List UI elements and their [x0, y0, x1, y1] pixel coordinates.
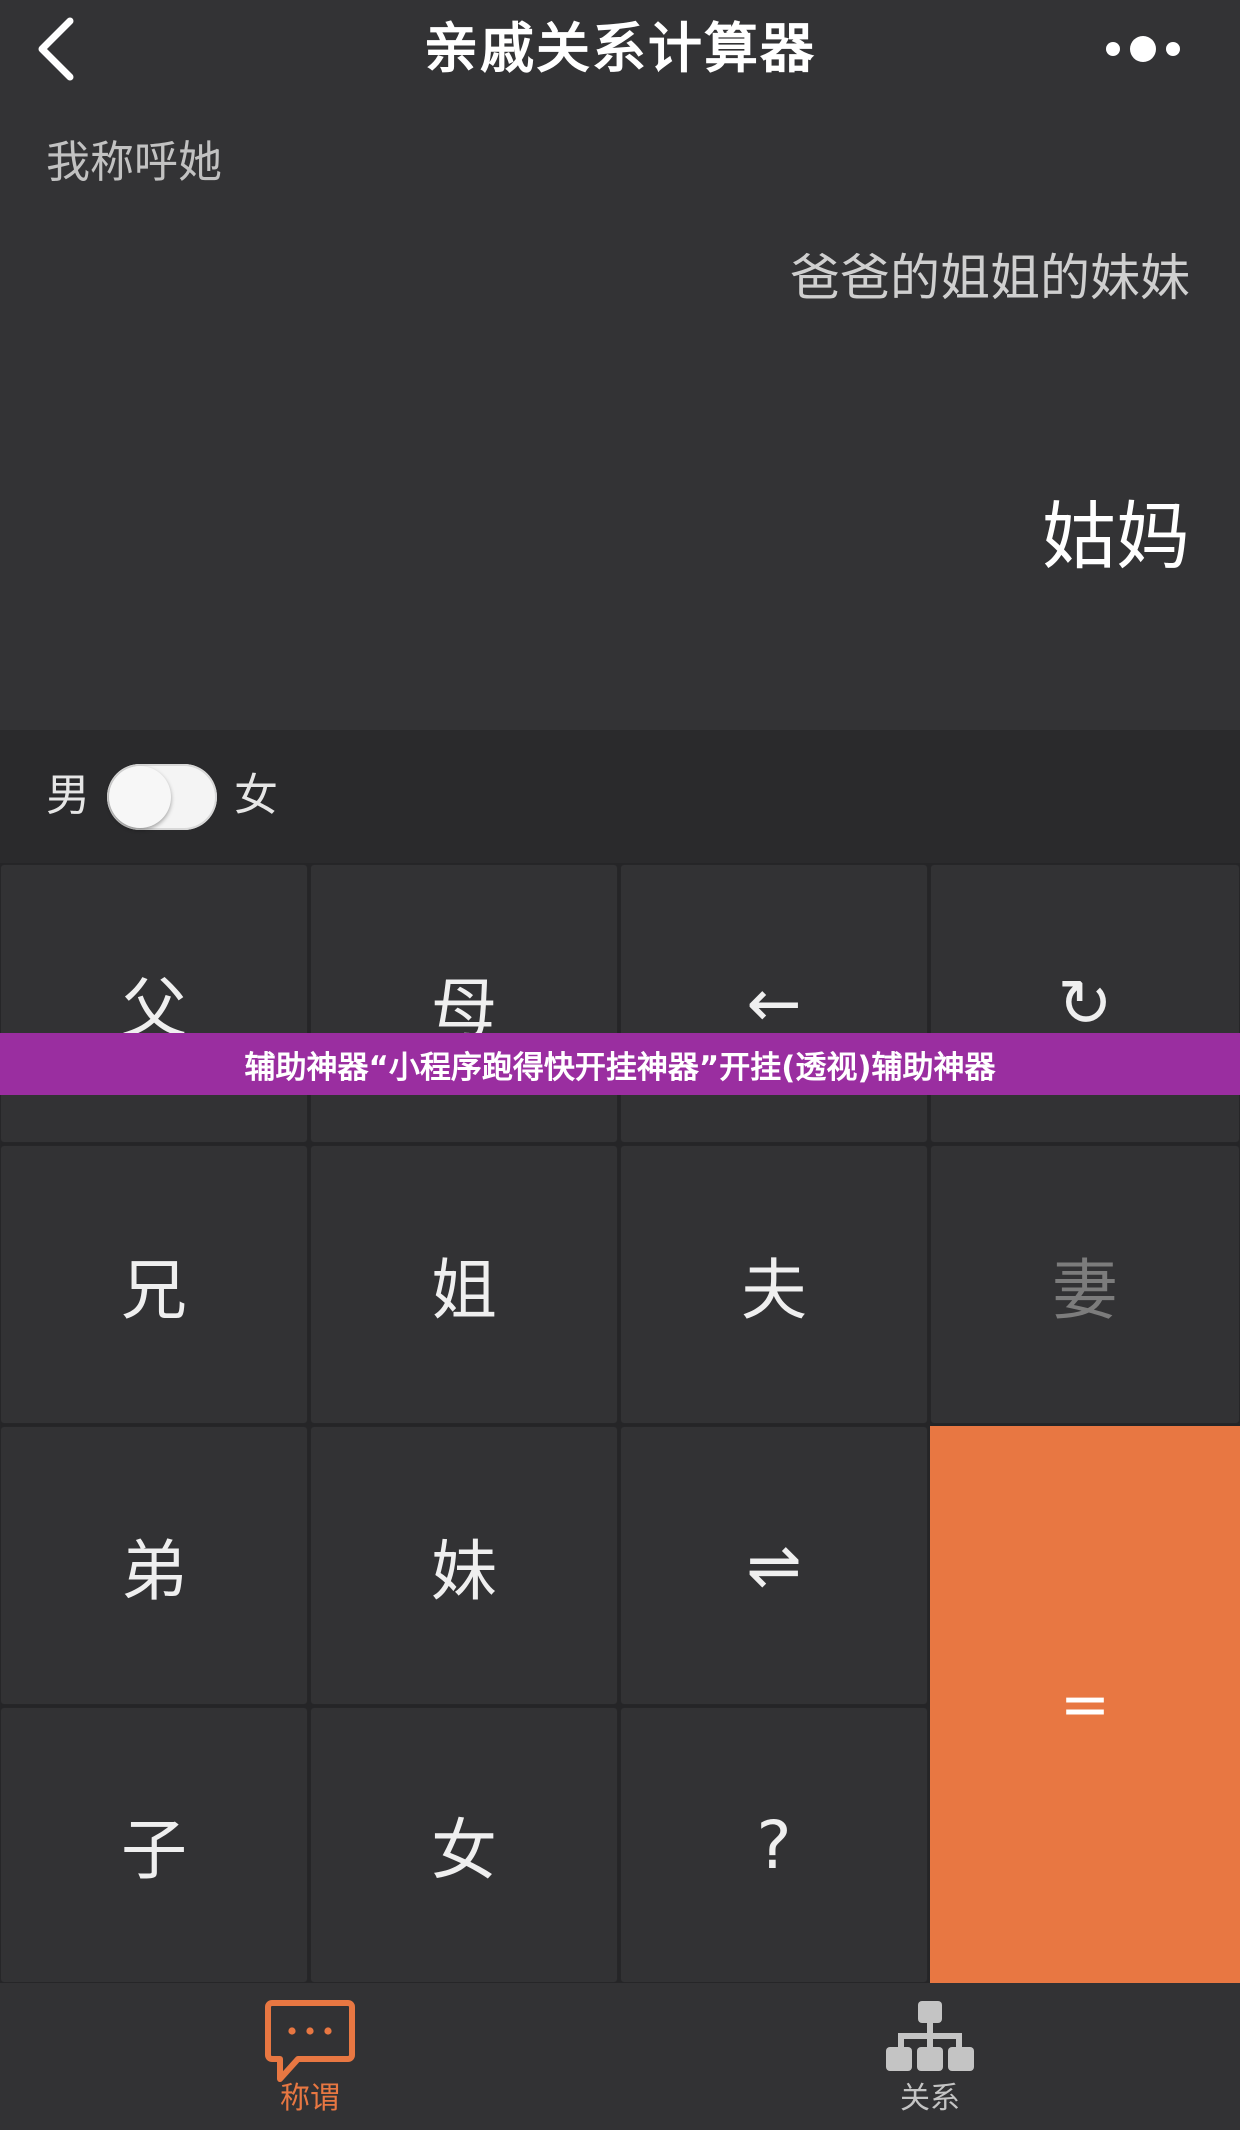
- org-chart-icon: [886, 2001, 974, 2071]
- gender-toggle[interactable]: [107, 764, 217, 830]
- more-options-button[interactable]: [1086, 28, 1200, 70]
- result-display: 我称呼她 爸爸的姐姐的妹妹 姑妈: [0, 100, 1240, 730]
- key-backspace[interactable]: ←: [620, 864, 928, 1143]
- tab-title-label: 称谓: [280, 2081, 340, 2116]
- key-elder-brother[interactable]: 兄: [0, 1145, 308, 1424]
- equals-button[interactable]: =: [930, 1426, 1240, 1983]
- relation-result: 姑妈: [1042, 494, 1190, 580]
- tab-relation-label: 关系: [900, 2081, 960, 2116]
- bottom-tab-bar: 称谓 关系: [0, 1983, 1240, 2130]
- tab-title[interactable]: 称谓: [0, 1983, 620, 2130]
- more-dots-icon: [1106, 42, 1120, 56]
- chat-bubble-icon: [265, 2000, 355, 2082]
- key-daughter[interactable]: 女: [310, 1707, 618, 1983]
- gender-male-label: 男: [46, 770, 90, 821]
- key-reset[interactable]: ↻: [930, 864, 1240, 1143]
- key-younger-brother[interactable]: 弟: [0, 1426, 308, 1705]
- key-mother[interactable]: 母: [310, 864, 618, 1143]
- toggle-knob: [109, 766, 171, 828]
- tab-relation[interactable]: 关系: [620, 1983, 1240, 2130]
- header-bar: 亲戚关系计算器: [0, 0, 1240, 100]
- key-swap[interactable]: ⇌: [620, 1426, 928, 1705]
- more-dots-icon-center: [1130, 36, 1156, 62]
- key-husband[interactable]: 夫: [620, 1145, 928, 1424]
- gender-female-label: 女: [234, 770, 278, 821]
- key-question[interactable]: ?: [620, 1707, 928, 1983]
- key-younger-sister[interactable]: 妹: [310, 1426, 618, 1705]
- page-title: 亲戚关系计算器: [424, 17, 816, 80]
- overlay-banner: 辅助神器“小程序跑得快开挂神器”开挂(透视)辅助神器: [0, 1033, 1240, 1095]
- relative-calculator-app: 亲戚关系计算器 我称呼她 爸爸的姐姐的妹妹 姑妈 男 女 父 母 ← ↻ 兄 姐…: [0, 0, 1240, 2130]
- gender-selector: 男 女: [0, 730, 1240, 863]
- key-father[interactable]: 父: [0, 864, 308, 1143]
- call-label: 我称呼她: [46, 137, 222, 188]
- keypad: 父 母 ← ↻ 兄 姐 夫 妻 弟 妹 ⇌ 子 女 ? =: [0, 863, 1240, 1983]
- key-wife[interactable]: 妻: [930, 1145, 1240, 1424]
- key-elder-sister[interactable]: 姐: [310, 1145, 618, 1424]
- relation-expression: 爸爸的姐姐的妹妹: [790, 249, 1190, 307]
- more-dots-icon-right: [1166, 42, 1180, 56]
- key-son[interactable]: 子: [0, 1707, 308, 1983]
